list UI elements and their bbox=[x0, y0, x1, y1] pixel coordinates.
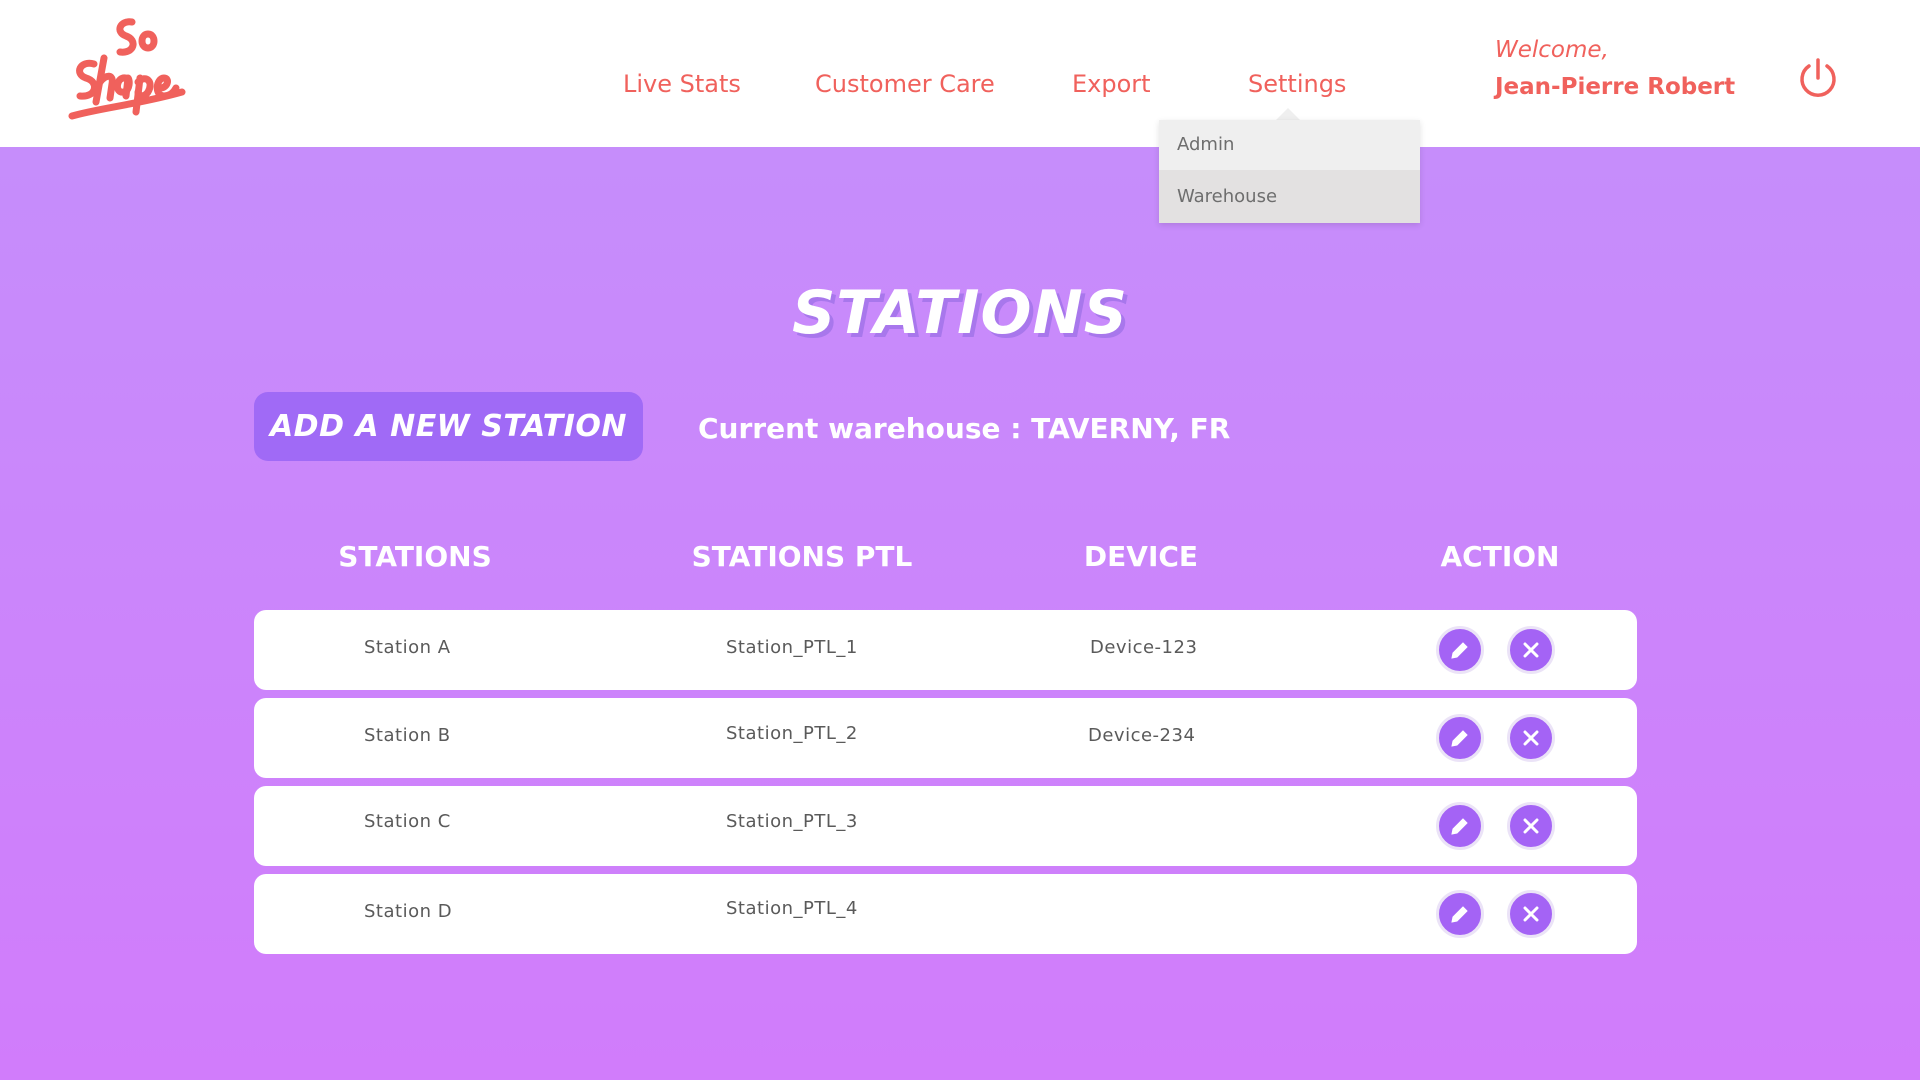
edit-icon[interactable] bbox=[1436, 802, 1484, 850]
delete-icon[interactable] bbox=[1507, 890, 1555, 938]
station-name: Station D bbox=[364, 901, 453, 922]
dropdown-item-warehouse[interactable]: Warehouse bbox=[1159, 170, 1420, 223]
device: Device-123 bbox=[1090, 637, 1198, 658]
nav-settings[interactable]: Settings bbox=[1248, 70, 1346, 98]
column-header-stations-ptl: STATIONS PTL bbox=[691, 540, 913, 573]
dropdown-item-admin[interactable]: Admin bbox=[1159, 120, 1420, 170]
station-ptl: Station_PTL_1 bbox=[726, 637, 858, 658]
table-row: Station A Station_PTL_1 Device-123 bbox=[254, 610, 1637, 690]
edit-icon[interactable] bbox=[1436, 890, 1484, 938]
user-name: Jean-Pierre Robert bbox=[1495, 74, 1736, 100]
welcome-label: Welcome, bbox=[1495, 37, 1609, 63]
page-title: STATIONS bbox=[792, 278, 1128, 348]
device: Device-234 bbox=[1088, 725, 1196, 746]
power-icon[interactable] bbox=[1796, 56, 1840, 100]
nav-live-stats[interactable]: Live Stats bbox=[623, 70, 741, 98]
dropdown-caret bbox=[1276, 108, 1300, 120]
add-station-button[interactable]: ADD A NEW STATION bbox=[254, 392, 643, 461]
station-ptl: Station_PTL_3 bbox=[726, 811, 858, 832]
station-ptl: Station_PTL_4 bbox=[726, 898, 858, 919]
column-header-action: ACTION bbox=[1440, 540, 1560, 573]
logo[interactable] bbox=[60, 12, 188, 124]
station-name: Station B bbox=[364, 725, 451, 746]
top-bar: Live Stats Customer Care Export Settings… bbox=[0, 0, 1920, 147]
delete-icon[interactable] bbox=[1507, 626, 1555, 674]
table-row: Station D Station_PTL_4 bbox=[254, 874, 1637, 954]
nav-customer-care[interactable]: Customer Care bbox=[815, 70, 995, 98]
edit-icon[interactable] bbox=[1436, 714, 1484, 762]
station-name: Station C bbox=[364, 811, 451, 832]
column-header-device: DEVICE bbox=[1083, 540, 1199, 573]
nav-export[interactable]: Export bbox=[1072, 70, 1151, 98]
table-row: Station C Station_PTL_3 bbox=[254, 786, 1637, 866]
settings-dropdown: Admin Warehouse bbox=[1159, 120, 1420, 223]
station-ptl: Station_PTL_2 bbox=[726, 723, 858, 744]
delete-icon[interactable] bbox=[1507, 714, 1555, 762]
table-row: Station B Station_PTL_2 Device-234 bbox=[254, 698, 1637, 778]
station-name: Station A bbox=[364, 637, 451, 658]
current-warehouse: Current warehouse : TAVERNY, FR bbox=[698, 412, 1231, 445]
column-header-stations: STATIONS bbox=[338, 540, 492, 573]
edit-icon[interactable] bbox=[1436, 626, 1484, 674]
delete-icon[interactable] bbox=[1507, 802, 1555, 850]
